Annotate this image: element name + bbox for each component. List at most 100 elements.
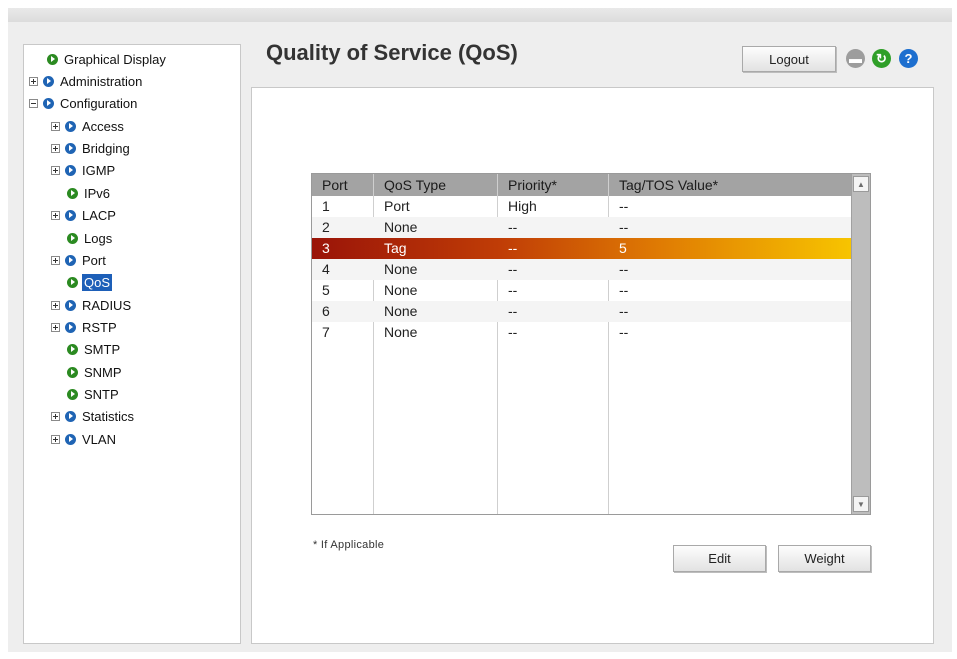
green-arrow-icon (67, 343, 78, 355)
sidebar-item-configuration[interactable]: Configuration (29, 93, 139, 113)
priority-cell: -- (508, 261, 518, 277)
blue-arrow-icon (43, 75, 54, 87)
table-row[interactable]: 1 Port High -- (312, 196, 851, 217)
sidebar-item-sntp[interactable]: SNTP (67, 384, 121, 404)
tag-value-cell: 5 (619, 240, 627, 256)
port-cell: 5 (322, 282, 330, 298)
sidebar-item-label-selected: QoS (82, 273, 113, 291)
tag-value-cell: -- (619, 198, 629, 214)
logout-button[interactable]: Logout (742, 46, 836, 72)
weight-button[interactable]: Weight (778, 545, 871, 572)
blue-arrow-icon (65, 142, 76, 154)
sidebar-item-radius[interactable]: RADIUS (51, 295, 133, 315)
footnote: * If Applicable (313, 539, 385, 551)
sidebar-item-label: SNMP (84, 364, 122, 380)
table-row[interactable]: 6 None -- -- (312, 301, 851, 322)
expand-plus-icon[interactable] (51, 143, 60, 153)
qos-type-cell: None (384, 324, 418, 340)
port-cell: 1 (322, 198, 330, 214)
sidebar-item-administration[interactable]: Administration (29, 71, 144, 91)
save-icon[interactable]: ▬ (846, 49, 865, 68)
blue-arrow-icon (43, 97, 54, 109)
blue-arrow-icon (65, 164, 76, 176)
expand-plus-icon[interactable] (51, 411, 60, 421)
sidebar-item-ipv6[interactable]: IPv6 (67, 183, 112, 203)
qos-type-cell: None (384, 282, 418, 298)
scroll-up-icon[interactable]: ▲ (853, 176, 869, 192)
blue-arrow-icon (65, 120, 76, 132)
sidebar-item-bridging[interactable]: Bridging (51, 138, 132, 158)
port-cell: 6 (322, 303, 330, 319)
sidebar-item-qos[interactable]: QoS (67, 272, 113, 292)
tag-value-cell: -- (619, 282, 629, 298)
sidebar-item-label: Port (82, 252, 106, 268)
sidebar-item-label: SMTP (84, 341, 121, 357)
column-header-qos-type[interactable]: QoS Type (374, 174, 498, 196)
green-arrow-icon (67, 388, 78, 400)
port-cell: 3 (322, 240, 330, 256)
table-row[interactable]: 2 None -- -- (312, 217, 851, 238)
expand-plus-icon[interactable] (51, 434, 60, 444)
sidebar-item-logs[interactable]: Logs (67, 228, 114, 248)
edit-button[interactable]: Edit (673, 545, 766, 572)
expand-plus-icon[interactable] (51, 210, 60, 220)
column-header-priority[interactable]: Priority* (498, 174, 609, 196)
qos-type-cell: None (384, 303, 418, 319)
expand-plus-icon[interactable] (51, 121, 60, 131)
tag-value-cell: -- (619, 219, 629, 235)
qos-type-cell: Tag (384, 240, 407, 256)
column-header-port[interactable]: Port (312, 174, 374, 196)
sidebar-item-label: Administration (60, 73, 143, 89)
sidebar-item-label: IPv6 (84, 185, 111, 201)
column-header-tag-tos-value[interactable]: Tag/TOS Value* (609, 174, 851, 196)
tag-value-cell: -- (619, 303, 629, 319)
sidebar-item-snmp[interactable]: SNMP (67, 362, 124, 382)
expand-plus-icon[interactable] (51, 300, 60, 310)
sidebar-item-label: Configuration (60, 95, 138, 111)
sidebar-item-label: IGMP (82, 162, 116, 178)
sidebar-item-igmp[interactable]: IGMP (51, 160, 117, 180)
priority-cell: -- (508, 240, 518, 256)
sidebar-item-port[interactable]: Port (51, 250, 108, 270)
blue-arrow-icon (65, 433, 76, 445)
blue-arrow-icon (65, 321, 76, 333)
expand-plus-icon[interactable] (29, 76, 38, 86)
sidebar-item-label: Logs (84, 230, 113, 246)
port-cell: 4 (322, 261, 330, 277)
sidebar-item-rstp[interactable]: RSTP (51, 317, 119, 337)
qos-type-cell: None (384, 261, 418, 277)
expand-plus-icon[interactable] (51, 165, 60, 175)
blue-arrow-icon (65, 299, 76, 311)
qos-type-cell: Port (384, 198, 410, 214)
priority-cell: -- (508, 219, 518, 235)
sidebar-item-statistics[interactable]: Statistics (51, 406, 136, 426)
table-row-selected[interactable]: 3 Tag -- 5 (312, 238, 851, 259)
table-row[interactable]: 4 None -- -- (312, 259, 851, 280)
sidebar-item-label: Graphical Display (64, 51, 166, 67)
qos-table: Port QoS Type Priority* Tag/TOS Value* 1… (311, 173, 871, 515)
table-scrollbar[interactable]: ▲ ▼ (851, 174, 870, 514)
sidebar-item-label: RSTP (82, 319, 117, 335)
sidebar-item-label: RADIUS (82, 297, 132, 313)
collapse-minus-icon[interactable] (29, 98, 38, 108)
scroll-down-icon[interactable]: ▼ (853, 496, 869, 512)
priority-cell: High (508, 198, 537, 214)
help-icon[interactable]: ? (899, 49, 918, 68)
expand-plus-icon[interactable] (51, 322, 60, 332)
blue-arrow-icon (65, 209, 76, 221)
sidebar-item-label: Bridging (82, 140, 130, 156)
expand-plus-icon[interactable] (51, 255, 60, 265)
sidebar-item-vlan[interactable]: VLAN (51, 429, 118, 449)
refresh-icon[interactable]: ↻ (872, 49, 891, 68)
sidebar-item-lacp[interactable]: LACP (51, 205, 118, 225)
sidebar-item-graphical-display[interactable]: Graphical Display (47, 49, 168, 69)
table-row[interactable]: 5 None -- -- (312, 280, 851, 301)
sidebar-item-label: Access (82, 118, 124, 134)
sidebar-nav-tree: Graphical Display Administration Configu… (23, 44, 241, 644)
port-cell: 2 (322, 219, 330, 235)
sidebar-item-access[interactable]: Access (51, 116, 126, 136)
sidebar-item-smtp[interactable]: SMTP (67, 339, 122, 359)
green-arrow-icon (47, 53, 58, 65)
table-row[interactable]: 7 None -- -- (312, 322, 851, 343)
green-arrow-icon (67, 232, 78, 244)
